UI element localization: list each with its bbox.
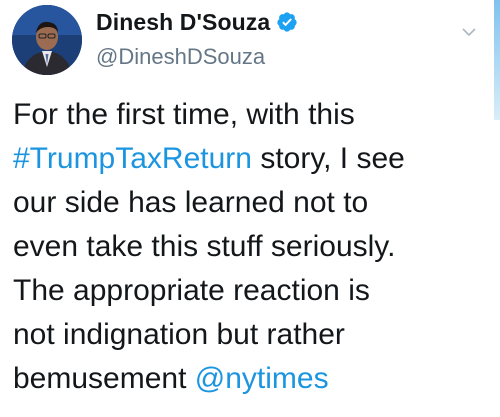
tweet-text-line: The appropriate reaction is (13, 274, 370, 307)
tweet-text-segment: not indignation but rather (13, 318, 345, 351)
verified-badge-icon (276, 11, 298, 33)
avatar-photo (12, 5, 82, 75)
tweet-text-line: #TrumpTaxReturn story, I see (13, 142, 405, 175)
author-display-name[interactable]: Dinesh D'Souza (96, 9, 270, 36)
hashtag-link[interactable]: #TrumpTaxReturn (13, 142, 252, 175)
tweet-menu-button[interactable] (462, 24, 476, 37)
tweet-text: For the first time, with this #TrumpTaxRe… (13, 93, 493, 401)
tweet-text-line: our side has learned not to (13, 186, 368, 219)
author-name-row: Dinesh D'Souza (96, 6, 298, 38)
scrollbar[interactable] (494, 0, 500, 120)
tweet-text-line: even take this stuff seriously. (13, 230, 395, 263)
tweet-text-line: not indignation but rather (13, 318, 345, 351)
tweet-text-segment: our side has learned not to (13, 186, 369, 219)
chevron-down-icon (462, 28, 476, 37)
tweet-text-segment: The appropriate reaction is (13, 274, 370, 307)
tweet-text-line: For the first time, with this (13, 98, 355, 131)
tweet-text-line: bemusement @nytimes (13, 362, 329, 395)
avatar[interactable] (12, 5, 82, 75)
tweet-card: Dinesh D'Souza @DineshDSouza For the fir… (0, 0, 500, 417)
mention-link[interactable]: @nytimes (195, 362, 329, 395)
tweet-text-segment: For the first time, with this (13, 98, 355, 131)
tweet-text-segment: even take this stuff seriously. (13, 230, 396, 263)
tweet-text-segment: bemusement (13, 362, 195, 395)
author-handle[interactable]: @DineshDSouza (96, 44, 298, 70)
tweet-text-segment: story, I see (251, 142, 405, 175)
author-block: Dinesh D'Souza @DineshDSouza (96, 6, 298, 70)
